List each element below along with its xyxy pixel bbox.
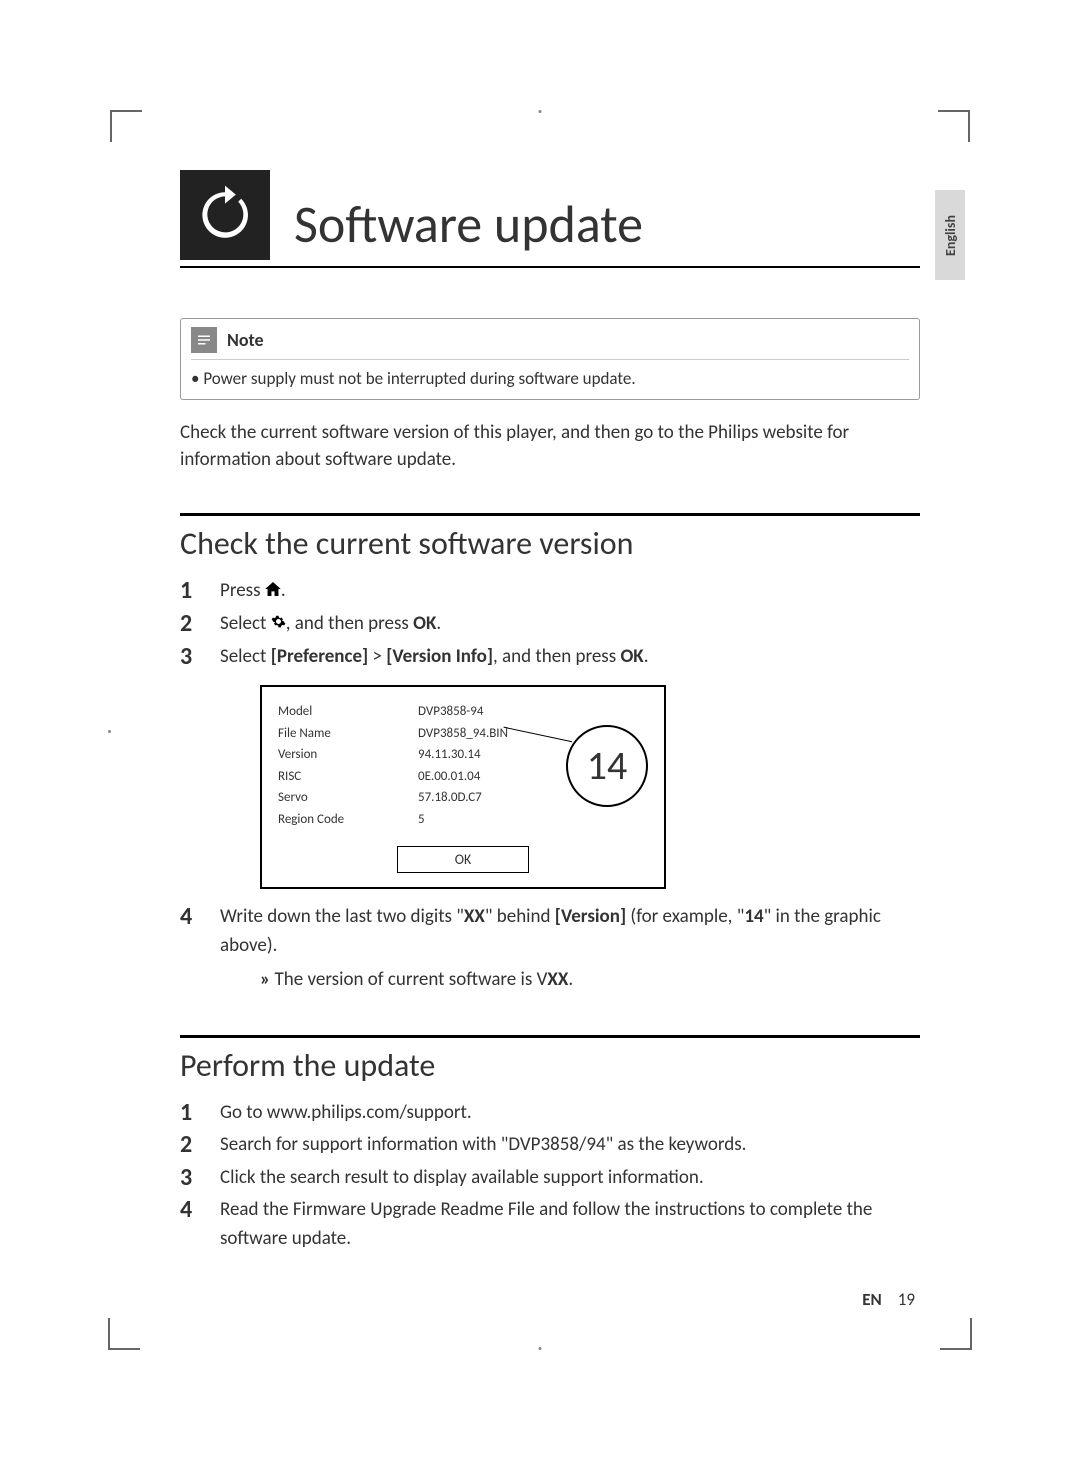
diagram-ok-button: OK xyxy=(397,846,529,873)
center-mark-bottom xyxy=(539,1347,542,1350)
language-tab-label: English xyxy=(942,215,959,256)
page-content: Software update Note Power supply must n… xyxy=(180,170,920,1257)
gear-icon xyxy=(271,610,286,639)
crop-mark-bottom-left xyxy=(108,1318,140,1350)
crop-mark-top-left xyxy=(110,110,142,142)
section2-steps: Go to www.philips.com/support. Search fo… xyxy=(180,1099,920,1254)
step-2: Search for support information with "DVP… xyxy=(180,1131,920,1160)
crop-mark-top-right xyxy=(938,110,970,142)
note-header: Note xyxy=(181,319,919,355)
intro-paragraph: Check the current software version of th… xyxy=(180,420,920,473)
step-3: Select [Preference] > [Version Info], an… xyxy=(180,643,920,890)
table-row: Version94.11.30.14 xyxy=(278,744,508,766)
step-3: Click the search result to display avail… xyxy=(180,1164,920,1193)
center-mark-top xyxy=(539,110,542,113)
callout-circle: 14 xyxy=(566,725,648,807)
callout-line xyxy=(499,727,572,762)
footer-page-number: 19 xyxy=(898,1289,915,1310)
footer-lang: EN xyxy=(862,1289,882,1310)
crop-mark-bottom-right xyxy=(940,1318,972,1350)
table-row: RISC0E.00.01.04 xyxy=(278,766,508,788)
version-info-table: ModelDVP3858-94 File NameDVP3858_94.BIN … xyxy=(278,701,508,830)
page-title: Software update xyxy=(294,192,920,260)
step-4: Read the Firmware Upgrade Readme File an… xyxy=(180,1196,920,1253)
step-1: Press . xyxy=(180,577,920,606)
section-divider xyxy=(180,1035,920,1038)
step-4: Write down the last two digits "XX" behi… xyxy=(180,903,920,995)
home-icon xyxy=(265,577,281,606)
note-label: Note xyxy=(227,329,264,351)
section1-heading: Check the current software version xyxy=(180,524,920,563)
version-info-diagram: ModelDVP3858-94 File NameDVP3858_94.BIN … xyxy=(260,685,666,889)
note-box: Note Power supply must not be interrupte… xyxy=(180,318,920,400)
title-block: Software update xyxy=(180,170,920,268)
table-row: File NameDVP3858_94.BIN xyxy=(278,723,508,745)
note-icon xyxy=(191,327,217,353)
table-row: Region Code5 xyxy=(278,809,508,831)
section1-steps: Press . Select , and then press OK. Sele… xyxy=(180,577,920,994)
step-4-substep: The version of current software is VXX. xyxy=(260,966,920,995)
step-2: Select , and then press OK. xyxy=(180,610,920,639)
note-body: Power supply must not be interrupted dur… xyxy=(191,359,909,389)
table-row: ModelDVP3858-94 xyxy=(278,701,508,723)
section-divider xyxy=(180,513,920,516)
page-footer: EN 19 xyxy=(862,1289,915,1310)
language-tab: English xyxy=(935,190,965,280)
section2-heading: Perform the update xyxy=(180,1046,920,1085)
table-row: Servo57.18.0D.C7 xyxy=(278,787,508,809)
side-mark-left xyxy=(108,730,111,733)
step-1: Go to www.philips.com/support. xyxy=(180,1099,920,1128)
update-icon xyxy=(180,170,270,260)
